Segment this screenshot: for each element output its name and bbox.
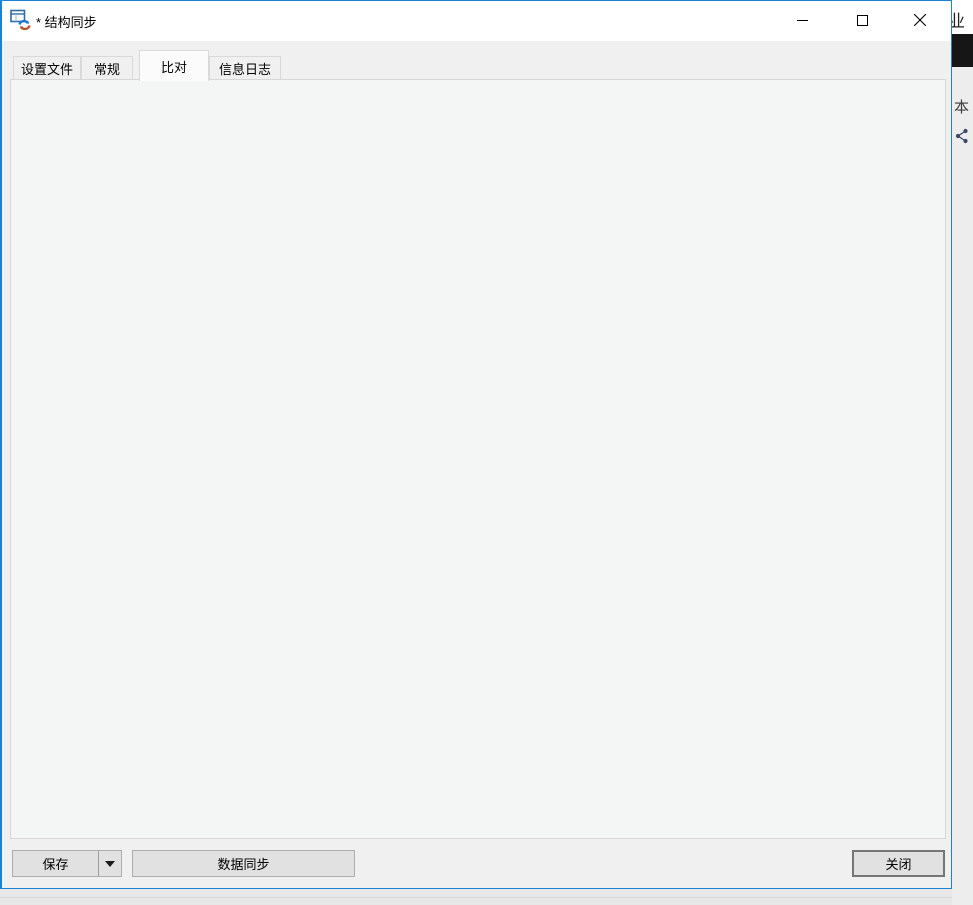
structure-sync-dialog: * 结构同步 设置文件 常规 比对 信息日志 源对象: 目标对象: — [0, 0, 952, 889]
background-dark-bar — [952, 34, 973, 67]
chevron-down-icon — [105, 861, 115, 867]
divider — [0, 897, 952, 898]
background-partial-text: 本 — [954, 96, 969, 117]
save-button[interactable]: 保存 — [12, 850, 98, 877]
tab-message-log[interactable]: 信息日志 — [209, 56, 281, 80]
tab-page-compare — [10, 79, 946, 839]
data-sync-button[interactable]: 数据同步 — [132, 850, 355, 877]
close-button[interactable] — [904, 6, 936, 34]
tab-general[interactable]: 常规 — [81, 56, 133, 80]
background-window-sliver: 业 本 — [952, 0, 973, 905]
share-icon — [955, 128, 969, 149]
tab-compare[interactable]: 比对 — [139, 50, 209, 81]
close-dialog-button[interactable]: 关闭 — [852, 850, 945, 877]
background-partial-text: 业 — [952, 7, 965, 32]
maximize-button[interactable] — [846, 6, 878, 34]
minimize-button[interactable] — [786, 6, 818, 34]
background-bottom-strip — [0, 889, 952, 905]
background-window-top: 业 — [952, 0, 973, 34]
save-dropdown-button[interactable] — [98, 850, 122, 877]
tab-settings-file[interactable]: 设置文件 — [13, 56, 81, 80]
window-title: * 结构同步 — [36, 12, 97, 31]
titlebar[interactable]: * 结构同步 — [2, 1, 951, 41]
structure-sync-icon — [10, 9, 32, 31]
